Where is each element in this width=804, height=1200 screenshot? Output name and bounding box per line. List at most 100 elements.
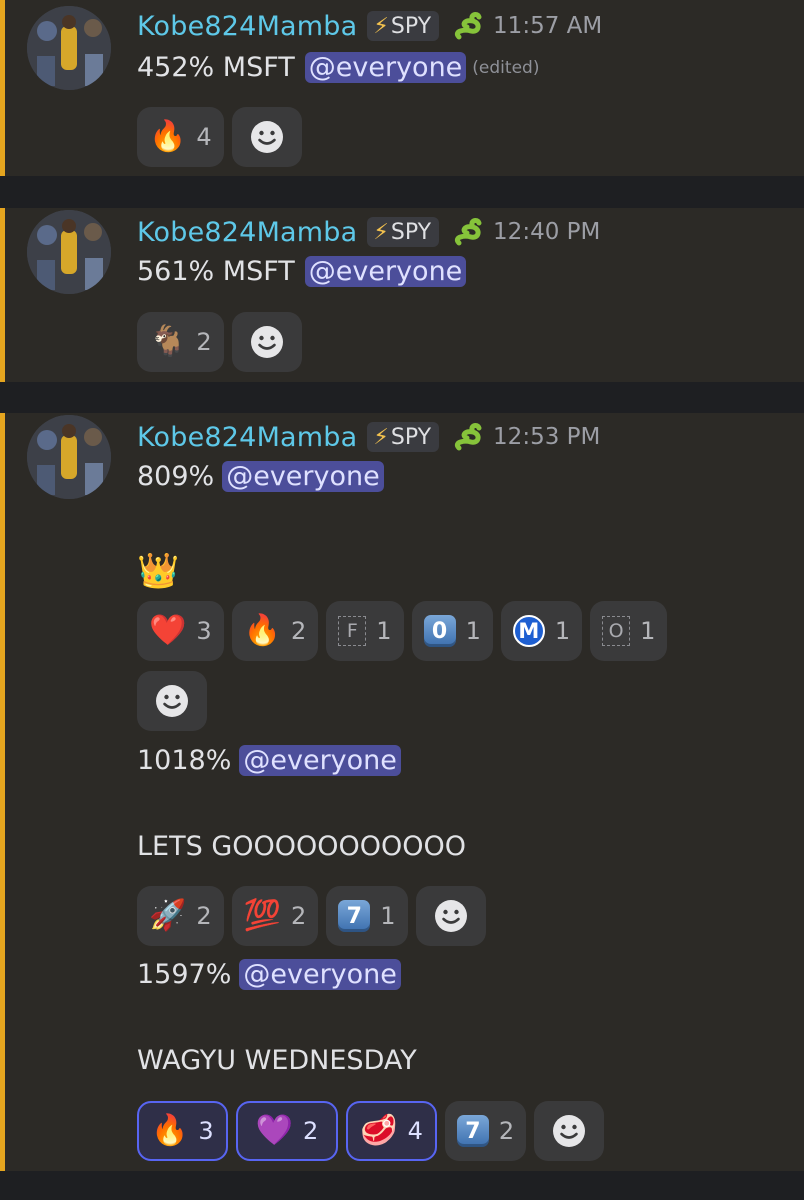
- add-reaction-button[interactable]: [231, 107, 302, 167]
- avatar[interactable]: [27, 6, 111, 90]
- message-text-wagyu: WAGYU WEDNESDAY: [137, 1045, 417, 1076]
- reaction-keycap-7[interactable]: 7 1: [326, 886, 408, 946]
- username[interactable]: Kobe824Mamba: [137, 11, 357, 42]
- reaction-circled-m[interactable]: M 1: [500, 601, 583, 661]
- avatar[interactable]: [27, 210, 111, 294]
- crown-emoji: 👑: [137, 551, 180, 591]
- message-text: 1018%: [137, 745, 232, 776]
- edited-label: (edited): [472, 57, 540, 78]
- reaction-keycap-0[interactable]: 0 1: [411, 601, 493, 661]
- lightning-icon: ⚡: [373, 424, 389, 450]
- role-tag-label: SPY: [390, 13, 432, 39]
- role-tag[interactable]: ⚡ SPY: [367, 217, 440, 247]
- keycap-7-icon: 7: [338, 900, 371, 932]
- reaction-fire[interactable]: 🔥 3: [137, 1101, 228, 1161]
- reaction-fire[interactable]: 🔥 4: [137, 107, 224, 167]
- reaction-count: 1: [640, 617, 656, 645]
- message-2: Kobe824Mamba ⚡ SPY 12:40 PM 561% MSFT @ev…: [0, 208, 804, 382]
- reaction-rocket[interactable]: 🚀 2: [137, 886, 224, 946]
- reaction-bar: 🚀 2 💯 2 7 1: [137, 886, 486, 946]
- message-text: 1597%: [137, 959, 232, 990]
- message-text: 452% MSFT: [137, 52, 295, 83]
- reaction-bar: ❤️ 3 🔥 2 F 1 0 1 M 1 O 1: [137, 601, 668, 661]
- message-text: 809%: [137, 461, 215, 492]
- reaction-fire[interactable]: 🔥 2: [231, 601, 319, 661]
- reaction-bar: 🔥 4: [137, 107, 302, 167]
- reaction-count: 2: [498, 1117, 515, 1145]
- reaction-goat[interactable]: 🐐 2: [137, 312, 224, 372]
- mention-everyone[interactable]: @everyone: [304, 52, 467, 83]
- add-reaction-button[interactable]: [137, 671, 207, 731]
- message-content: 1597% @everyone: [137, 959, 401, 990]
- timestamp: 12:40 PM: [493, 219, 601, 245]
- message-3: Kobe824Mamba ⚡ SPY 12:53 PM 809% @everyon…: [0, 413, 804, 1171]
- reaction-count: 1: [380, 902, 396, 930]
- reaction-bar: 🐐 2: [137, 312, 302, 372]
- lightning-icon: ⚡: [373, 219, 389, 245]
- reaction-letter-o[interactable]: O 1: [590, 601, 668, 661]
- add-reaction-button[interactable]: [231, 312, 302, 372]
- reaction-bar: 🔥 3 💜 2 🥩 4 7 2: [137, 1101, 605, 1161]
- reaction-count: 4: [407, 1117, 423, 1145]
- reaction-keycap-7[interactable]: 7 2: [444, 1101, 527, 1161]
- mention-everyone[interactable]: @everyone: [239, 959, 401, 990]
- goat-icon: 🐐: [149, 324, 187, 359]
- reaction-hundred[interactable]: 💯 2: [231, 886, 319, 946]
- message-content: 1018% @everyone: [137, 745, 401, 776]
- mention-everyone[interactable]: @everyone: [304, 256, 467, 287]
- role-tag-label: SPY: [390, 424, 432, 450]
- reaction-count: 3: [198, 1117, 214, 1145]
- reaction-count: 3: [196, 617, 212, 645]
- add-reaction-button[interactable]: [534, 1101, 605, 1161]
- reaction-count: 2: [303, 1117, 319, 1145]
- message-1: Kobe824Mamba ⚡ SPY 11:57 AM 452% MSFT @ev…: [0, 0, 804, 176]
- lightning-icon: ⚡: [373, 13, 389, 39]
- reaction-count: 4: [196, 123, 212, 151]
- letter-f-icon: F: [338, 616, 367, 646]
- reaction-heart[interactable]: ❤️ 3: [137, 601, 224, 661]
- message-text-lets-go: LETS GOOOOOOOOOOO: [137, 831, 467, 862]
- letter-o-icon: O: [602, 616, 631, 646]
- reaction-count: 1: [554, 617, 571, 645]
- keycap-7-icon: 7: [456, 1115, 489, 1147]
- smiley-add-icon: [250, 121, 283, 153]
- timestamp: 11:57 AM: [493, 13, 603, 39]
- username[interactable]: Kobe824Mamba: [137, 422, 357, 453]
- reaction-count: 1: [465, 617, 481, 645]
- username[interactable]: Kobe824Mamba: [137, 217, 357, 248]
- message-content: 809% @everyone: [137, 461, 384, 492]
- message-text: 561% MSFT: [137, 256, 295, 287]
- role-tag[interactable]: ⚡ SPY: [367, 11, 440, 41]
- message-content: 452% MSFT @everyone (edited): [137, 52, 539, 83]
- snake-icon: [455, 218, 482, 246]
- add-reaction-button[interactable]: [415, 886, 486, 946]
- reaction-letter-f[interactable]: F 1: [326, 601, 404, 661]
- snake-icon: [455, 12, 482, 40]
- heart-icon: ❤️: [149, 613, 187, 648]
- reaction-count: 2: [196, 902, 212, 930]
- snake-icon: [455, 423, 482, 451]
- smiley-add-icon: [250, 326, 283, 358]
- reaction-count: 2: [196, 328, 212, 356]
- reaction-bar-overflow: [137, 671, 207, 731]
- keycap-0-icon: 0: [423, 615, 456, 647]
- reaction-count: 2: [291, 902, 307, 930]
- circled-m-icon: M: [512, 615, 545, 647]
- avatar[interactable]: [27, 415, 111, 499]
- fire-icon: 🔥: [149, 119, 187, 154]
- purple-heart-icon: 💜: [255, 1113, 293, 1148]
- smiley-add-icon: [156, 685, 188, 717]
- mention-everyone[interactable]: @everyone: [222, 461, 384, 492]
- reaction-count: 2: [291, 617, 307, 645]
- role-tag[interactable]: ⚡ SPY: [367, 422, 440, 452]
- timestamp: 12:53 PM: [493, 424, 601, 450]
- reaction-purple-heart[interactable]: 💜 2: [235, 1101, 339, 1161]
- fire-icon: 🔥: [243, 613, 281, 648]
- steak-icon: 🥩: [360, 1113, 398, 1148]
- role-tag-label: SPY: [390, 219, 432, 245]
- rocket-icon: 🚀: [149, 898, 187, 933]
- message-content: 561% MSFT @everyone: [137, 256, 467, 287]
- fire-icon: 🔥: [151, 1113, 189, 1148]
- reaction-steak[interactable]: 🥩 4: [346, 1101, 437, 1161]
- mention-everyone[interactable]: @everyone: [239, 745, 401, 776]
